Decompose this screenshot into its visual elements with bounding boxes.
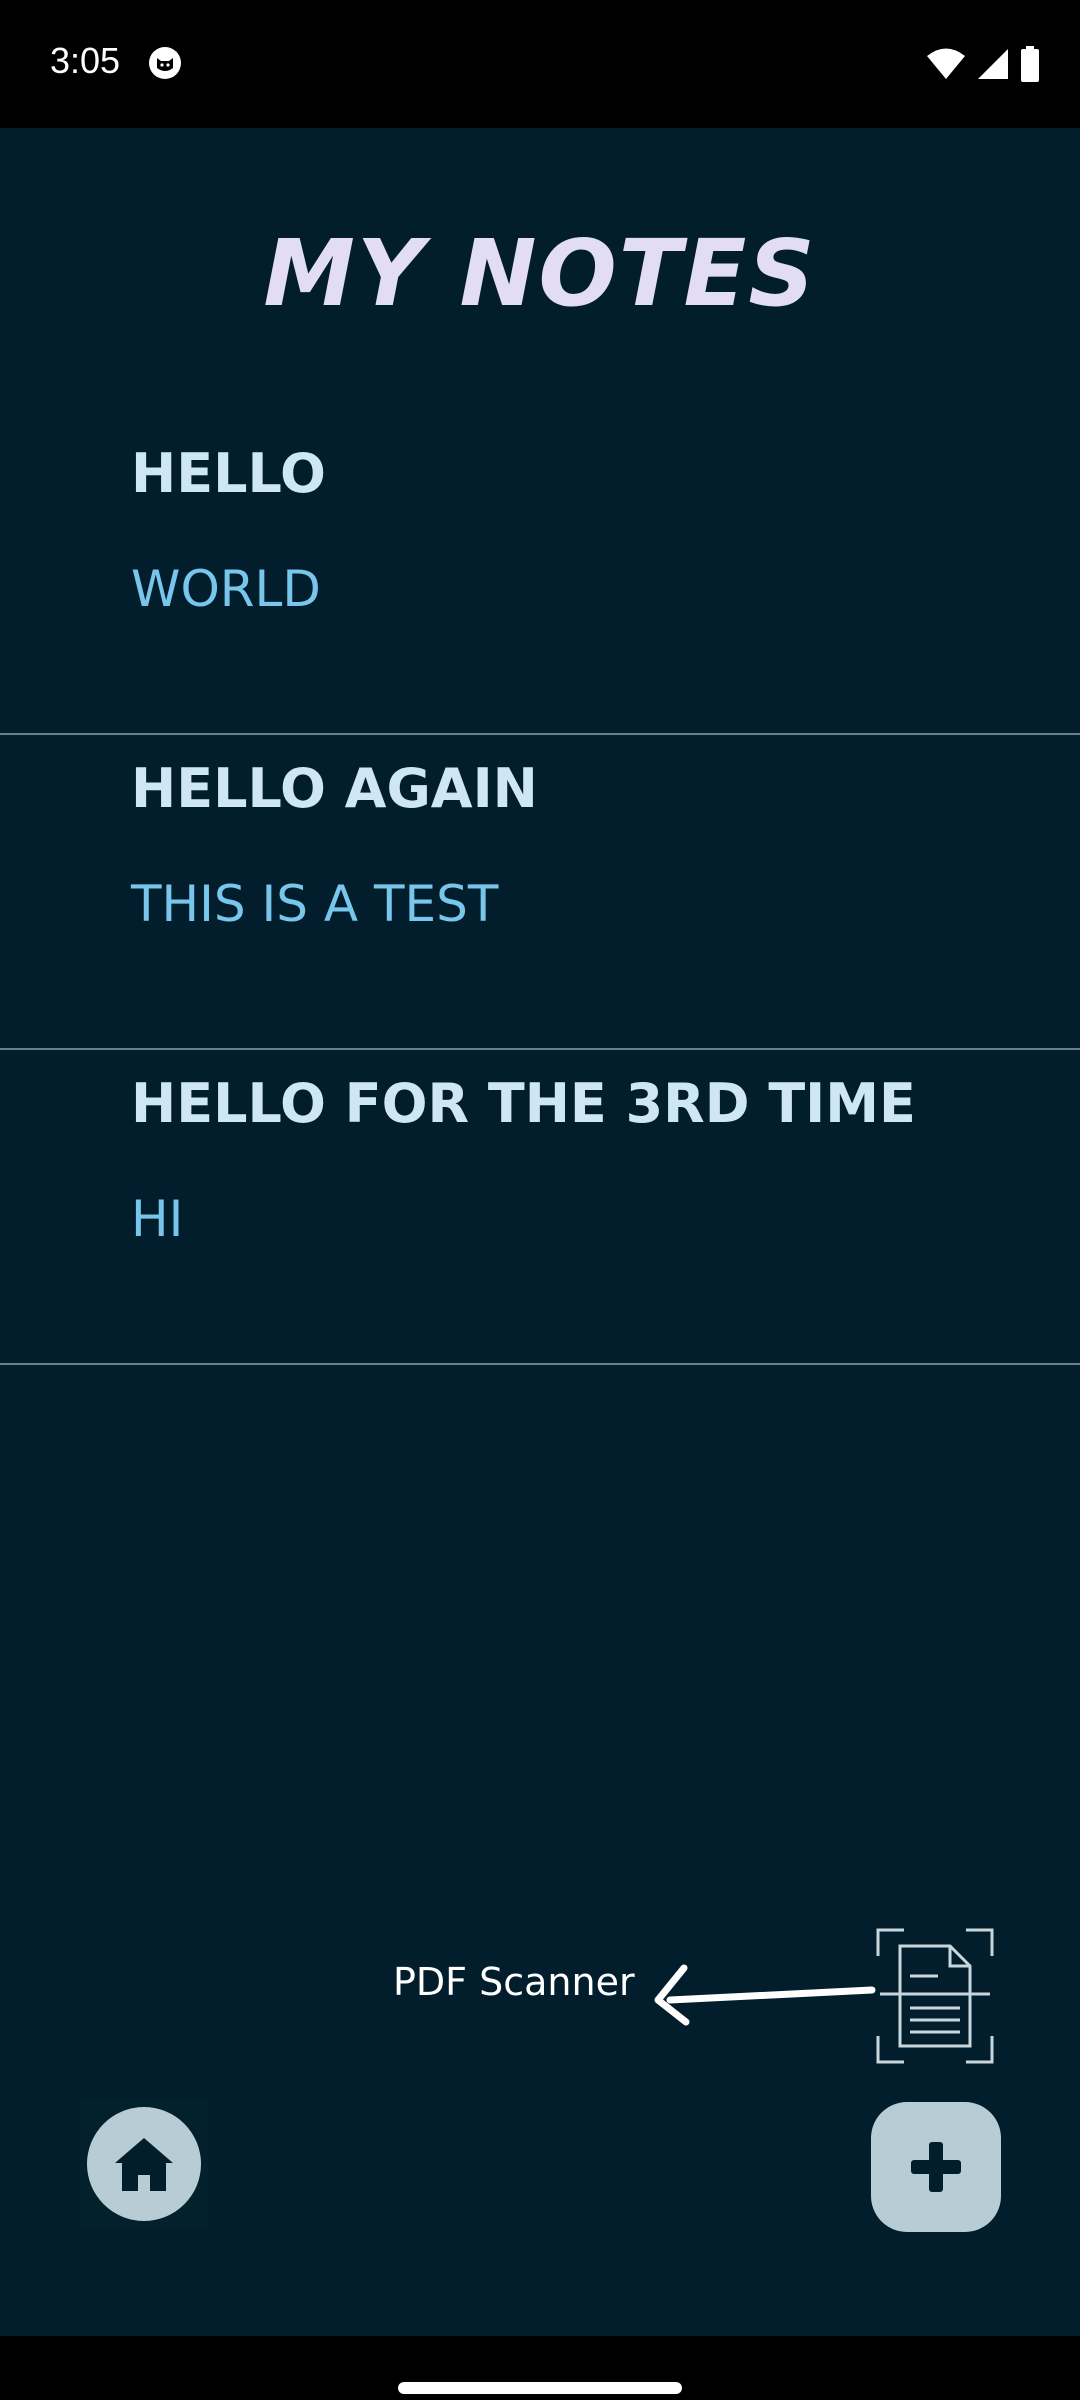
- pdf-scanner-label: PDF Scanner: [393, 1960, 635, 2004]
- home-icon: [115, 2138, 173, 2191]
- plus-icon: [911, 2142, 961, 2192]
- cat-icon: [149, 47, 181, 79]
- home-button-circle: [87, 2107, 201, 2221]
- note-item[interactable]: HELLO WORLD: [0, 420, 1080, 735]
- note-item[interactable]: HELLO FOR THE 3RD TIME HI: [0, 1050, 1080, 1365]
- note-item[interactable]: HELLO AGAIN THIS IS A TEST: [0, 735, 1080, 1050]
- add-note-button[interactable]: [871, 2102, 1001, 2232]
- note-title: HELLO AGAIN: [131, 757, 538, 820]
- note-body: THIS IS A TEST: [131, 875, 499, 933]
- note-body: HI: [131, 1190, 184, 1248]
- cell-signal-icon: [978, 49, 1008, 79]
- note-title: HELLO FOR THE 3RD TIME: [131, 1072, 916, 1135]
- battery-icon: [1021, 46, 1039, 82]
- status-bar: 3:05: [0, 0, 1080, 128]
- note-body: WORLD: [131, 560, 321, 618]
- status-time: 3:05: [50, 40, 121, 81]
- notes-list: HELLO WORLD HELLO AGAIN THIS IS A TEST H…: [0, 420, 1080, 1365]
- page-title: MY NOTES: [263, 220, 817, 327]
- gesture-handle[interactable]: [398, 2382, 682, 2394]
- wifi-icon: [927, 48, 965, 79]
- note-title: HELLO: [131, 442, 326, 505]
- document-scanner-icon[interactable]: [876, 1928, 994, 2064]
- status-icons: [926, 44, 1040, 84]
- home-button[interactable]: [80, 2100, 208, 2228]
- arrow-left-icon: [654, 1964, 876, 2026]
